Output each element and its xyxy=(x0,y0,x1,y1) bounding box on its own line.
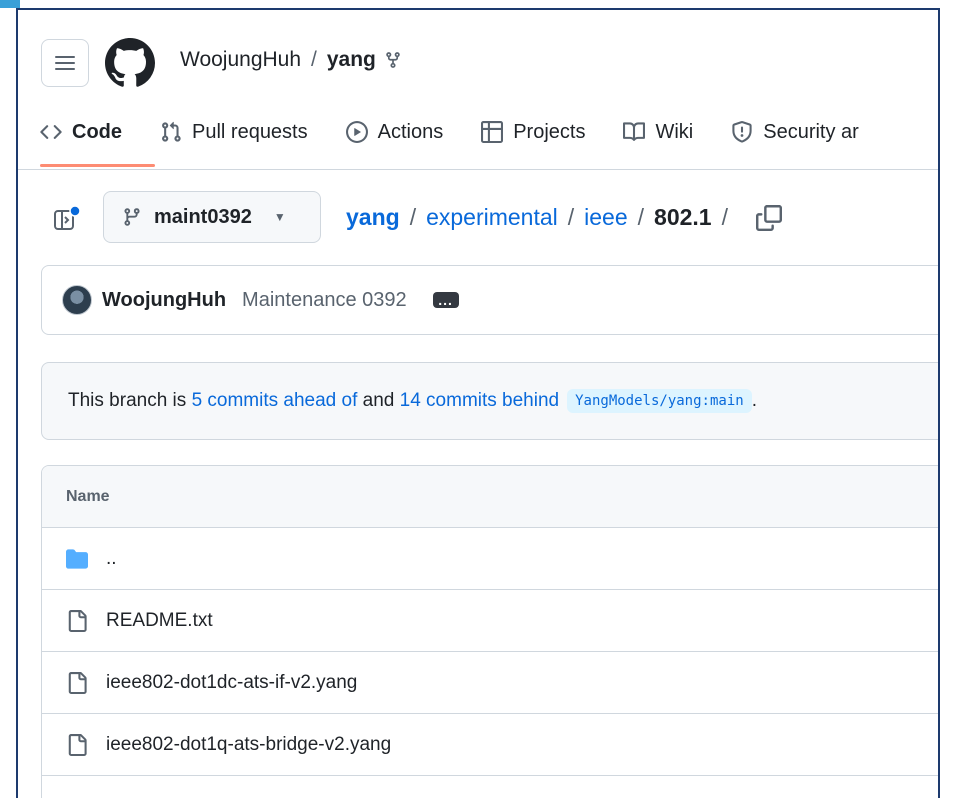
commits-ahead-link[interactable]: 5 commits ahead of xyxy=(192,390,358,412)
avatar[interactable] xyxy=(62,285,92,315)
title-accent-bar xyxy=(0,0,20,8)
breadcrumb-ieee-link[interactable]: ieee xyxy=(584,204,627,231)
breadcrumb-trailing-separator: / xyxy=(721,204,728,230)
breadcrumb: yang / experimental / ieee / 802.1 / xyxy=(346,204,782,231)
table-icon xyxy=(481,121,504,143)
table-row[interactable]: README.txt xyxy=(42,590,938,652)
breadcrumb-current: 802.1 xyxy=(654,204,712,230)
status-suffix: . xyxy=(751,390,757,411)
breadcrumb-separator: / xyxy=(637,204,645,230)
tab-pull-requests[interactable]: Pull requests xyxy=(160,110,308,154)
folder-icon xyxy=(66,548,88,569)
branch-selector-button[interactable]: maint0392 ▼ xyxy=(103,191,321,243)
branch-icon xyxy=(124,208,140,226)
pull-request-icon xyxy=(162,121,181,142)
status-prefix: This branch is xyxy=(68,390,187,411)
code-icon xyxy=(40,125,62,139)
repo-path: WoojungHuh / yang xyxy=(180,48,402,72)
file-icon xyxy=(68,609,87,632)
copy-icon[interactable] xyxy=(755,204,782,231)
table-row[interactable]: ieee802-dot1q-ats-bridge-v2.yang xyxy=(42,714,938,776)
file-icon xyxy=(68,733,87,756)
latest-commit-box: WoojungHuh Maintenance 0392 ... xyxy=(41,265,938,335)
branch-status-box: This branch is 5 commits ahead of and 14… xyxy=(41,362,938,440)
tab-wiki[interactable]: Wiki xyxy=(623,110,693,154)
upstream-branch-pill[interactable]: YangModels/yang:main xyxy=(567,389,752,413)
hamburger-icon xyxy=(55,56,75,70)
fork-icon xyxy=(386,52,400,68)
breadcrumb-repo-link[interactable]: yang xyxy=(346,204,400,231)
tab-security[interactable]: Security ar xyxy=(731,110,859,154)
file-tree-toggle-icon[interactable] xyxy=(53,205,81,233)
branch-name: maint0392 xyxy=(154,205,252,228)
tab-actions[interactable]: Actions xyxy=(345,110,444,154)
menu-button[interactable] xyxy=(41,39,89,87)
file-name[interactable]: README.txt xyxy=(106,610,213,632)
active-tab-indicator xyxy=(40,164,155,167)
breadcrumb-separator: / xyxy=(409,204,417,230)
commit-expand-button[interactable]: ... xyxy=(432,292,459,308)
file-name[interactable]: ieee802-dot1dc-ats-if-v2.yang xyxy=(106,672,357,694)
tab-pull-requests-label: Pull requests xyxy=(192,120,308,143)
table-header: Name xyxy=(42,466,938,528)
repo-owner-link[interactable]: WoojungHuh xyxy=(180,48,301,72)
breadcrumb-experimental-link[interactable]: experimental xyxy=(426,204,558,231)
repo-header: WoojungHuh / yang Code Pull requests Act… xyxy=(18,10,938,170)
tab-security-label: Security ar xyxy=(763,120,859,143)
commit-author-link[interactable]: WoojungHuh xyxy=(102,289,226,312)
github-logo-icon[interactable] xyxy=(105,38,155,88)
status-middle: and xyxy=(362,390,395,411)
repo-path-separator: / xyxy=(311,48,317,71)
tab-code-label: Code xyxy=(72,120,122,143)
tab-projects[interactable]: Projects xyxy=(481,110,585,154)
file-table: Name .. README.txt ieee802-dot1dc-ats-if… xyxy=(41,465,938,798)
repo-name-link[interactable]: yang xyxy=(327,48,376,72)
table-row[interactable]: .. xyxy=(42,528,938,590)
file-name[interactable]: .. xyxy=(106,548,117,570)
play-icon xyxy=(345,121,368,143)
tab-projects-label: Projects xyxy=(513,120,586,143)
browser-window: WoojungHuh / yang Code Pull requests Act… xyxy=(16,8,940,798)
title-strip xyxy=(0,0,956,8)
repo-tabs: Code Pull requests Actions Projects Wiki… xyxy=(40,110,897,154)
book-icon xyxy=(623,122,646,141)
column-name-header: Name xyxy=(66,487,110,505)
commit-message-link[interactable]: Maintenance 0392 xyxy=(242,289,407,312)
shield-icon xyxy=(732,121,752,143)
file-icon xyxy=(68,671,87,694)
tab-wiki-label: Wiki xyxy=(655,120,694,143)
table-row[interactable]: ieee802-dot1dc-ats-if-v2.yang xyxy=(42,652,938,714)
tab-code[interactable]: Code xyxy=(40,110,122,154)
tab-actions-label: Actions xyxy=(377,120,444,143)
chevron-down-icon: ▼ xyxy=(273,210,286,224)
ellipsis-icon: ... xyxy=(438,292,453,308)
file-name[interactable]: ieee802-dot1q-ats-bridge-v2.yang xyxy=(106,734,391,756)
breadcrumb-separator: / xyxy=(567,204,575,230)
commits-behind-link[interactable]: 14 commits behind xyxy=(400,390,559,412)
